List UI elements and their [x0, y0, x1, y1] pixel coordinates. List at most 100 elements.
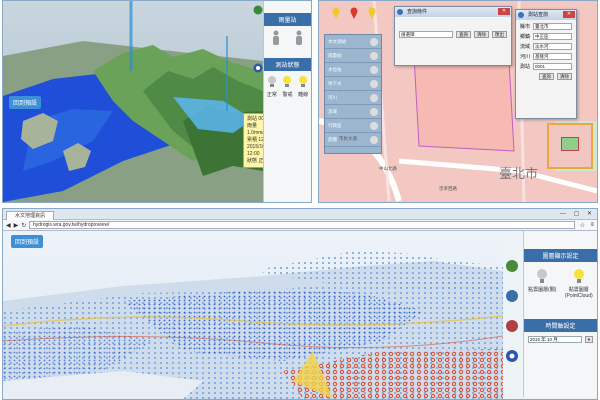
toggle-knob[interactable]	[370, 80, 378, 88]
forward-icon[interactable]: ▶	[14, 222, 19, 229]
layer-item[interactable]: 流域	[325, 105, 381, 119]
bulb-icon[interactable]	[267, 75, 277, 89]
address-bar-row: ◀ ▶ ↻ hydrogis.wra.gov.tw/hydroproview/ …	[3, 220, 597, 231]
toggle-knob[interactable]	[370, 38, 378, 46]
home-button[interactable]: 回到預設	[9, 96, 42, 109]
layer-label: 行政區	[328, 122, 342, 128]
pin-icon[interactable]	[349, 7, 359, 19]
station-query-dialog: 測站查詢 ✕ 縣市 臺北市 鄉鎮 中正區 流域 淡水河 河川 基隆河 測站 0001 查詢 …	[515, 9, 577, 119]
field-label: 縣市	[520, 24, 531, 30]
station-field[interactable]: 0001	[533, 63, 572, 70]
toggle-knob[interactable]	[370, 52, 378, 60]
overview-viewport[interactable]	[561, 137, 579, 151]
bulb-label: 點雲圖層(關)	[528, 287, 557, 293]
tab-strip: 水文地理資訊 — ▢ ✕	[3, 209, 597, 220]
toggle-knob[interactable]	[370, 66, 378, 74]
person-icon	[272, 30, 279, 45]
legend-label: 警戒	[282, 92, 293, 98]
gauge-icon[interactable]	[505, 319, 519, 333]
overview-map[interactable]	[547, 123, 593, 169]
toggle-knob[interactable]	[370, 94, 378, 102]
address-input[interactable]: hydrogis.wra.gov.tw/hydroproview/	[29, 221, 575, 229]
dialog-title: 測站查詢 ✕	[516, 10, 576, 20]
map-viewer-panel: 水文測站 雨量站 水位站 地下水 河川 流域 行政區 底圖 查詢條件 ✕ 請選擇 …	[318, 0, 598, 203]
browser-window: 水文地理資訊 — ▢ ✕ ◀ ▶ ↻ hydrogis.wra.gov.tw/h…	[2, 208, 598, 400]
station-sidebar: 雨量站 測站狀態 正常 警戒 離線	[263, 1, 311, 202]
query-button[interactable]: 查詢	[539, 73, 554, 80]
settings-sidebar: 圖層顯示設定 點雲圖層(關) 點雲圖層(PointCloud) 時間軸設定 20…	[523, 231, 597, 397]
street-label: 忠孝西路	[439, 186, 457, 191]
layer-item[interactable]: 水位站	[325, 63, 381, 77]
app-icon	[518, 12, 524, 18]
dialog-title-text: 查詢條件	[407, 9, 428, 15]
layer-item[interactable]: 雨量站	[325, 49, 381, 63]
browser-tab[interactable]: 水文地理資訊	[6, 210, 55, 220]
river-field[interactable]: 基隆河	[533, 53, 572, 60]
close-button[interactable]: ✕	[563, 11, 575, 18]
toggle-knob[interactable]	[370, 108, 378, 116]
layer-label: 流域	[328, 108, 337, 114]
star-icon[interactable]: ☆	[580, 222, 585, 229]
panel-title: 圖層顯示設定	[524, 249, 597, 262]
bulb-icon[interactable]	[282, 75, 292, 89]
layer-label: 河川	[328, 94, 337, 100]
basin-field[interactable]: 淡水河	[533, 43, 572, 50]
bulb-icon[interactable]	[536, 268, 548, 284]
date-dropdown-button[interactable]: ▾	[584, 336, 593, 343]
field-label: 測站	[520, 64, 531, 70]
pin-icon[interactable]	[331, 7, 341, 19]
dialog-title: 查詢條件 ✕	[395, 7, 511, 17]
date-field[interactable]: 2015 年 10 月	[528, 336, 582, 343]
terrain-viewer-panel: 回到預設 測站 0001 雨量 1.0mm/10分 累積 12.5mm 2015…	[2, 0, 312, 203]
layer-label: 水文測站	[328, 38, 346, 44]
layer-item[interactable]: 地下水	[325, 77, 381, 91]
street-label: 市民大道	[339, 136, 357, 141]
person-icon	[296, 30, 303, 45]
query-dialog: 查詢條件 ✕ 請選擇 查詢 清除 匯出	[394, 6, 512, 66]
export-button[interactable]: 匯出	[492, 31, 507, 38]
home-button[interactable]: 回到預設	[11, 235, 44, 248]
layer-label: 地下水	[328, 80, 342, 86]
gauge-icon[interactable]	[505, 289, 519, 303]
county-field[interactable]: 臺北市	[533, 23, 572, 30]
app-icon	[397, 9, 403, 15]
layer-item[interactable]: 河川	[325, 91, 381, 105]
settings-icon[interactable]	[505, 349, 519, 363]
city-label: 臺北市	[499, 167, 539, 182]
back-icon[interactable]: ◀	[6, 222, 11, 229]
menu-icon[interactable]: ≡	[590, 222, 594, 228]
clear-button[interactable]: 清除	[474, 31, 489, 38]
field-label: 河川	[520, 54, 531, 60]
toggle-knob[interactable]	[370, 122, 378, 130]
town-field[interactable]: 中正區	[533, 33, 572, 40]
legend-label: 正常	[266, 92, 277, 98]
dialog-title-text: 測站查詢	[528, 12, 549, 18]
pin-icon[interactable]	[367, 7, 377, 19]
status-title: 測站狀態	[264, 58, 311, 71]
layer-label: 水位站	[328, 66, 342, 72]
globe-icon[interactable]	[253, 5, 263, 15]
bulb-label: 點雲圖層(PointCloud)	[564, 287, 593, 299]
terrain-3d-view[interactable]	[3, 1, 263, 202]
query-button[interactable]: 查詢	[456, 31, 471, 38]
layer-label: 底圖	[328, 136, 337, 142]
close-button[interactable]: ✕	[498, 8, 510, 15]
reload-icon[interactable]: ↻	[21, 222, 26, 229]
gauge-title: 雨量站	[264, 13, 311, 26]
clear-button[interactable]: 清除	[557, 73, 572, 80]
panel-title: 時間軸設定	[524, 319, 597, 332]
gauge-icon[interactable]	[505, 259, 519, 273]
window-controls[interactable]: — ▢ ✕	[560, 210, 595, 217]
bulb-icon[interactable]	[573, 268, 585, 284]
layer-item[interactable]: 行政區	[325, 119, 381, 133]
layer-label: 雨量站	[328, 52, 342, 58]
point-cloud-view[interactable]	[3, 231, 503, 399]
toggle-knob[interactable]	[370, 136, 378, 144]
field-label: 流域	[520, 44, 531, 50]
settings-icon[interactable]	[253, 63, 263, 73]
legend-label: 離線	[298, 92, 309, 98]
field-label: 鄉鎮	[520, 34, 531, 40]
layer-item[interactable]: 水文測站	[325, 35, 381, 49]
bulb-icon[interactable]	[298, 75, 308, 89]
condition-select[interactable]: 請選擇	[399, 31, 453, 38]
